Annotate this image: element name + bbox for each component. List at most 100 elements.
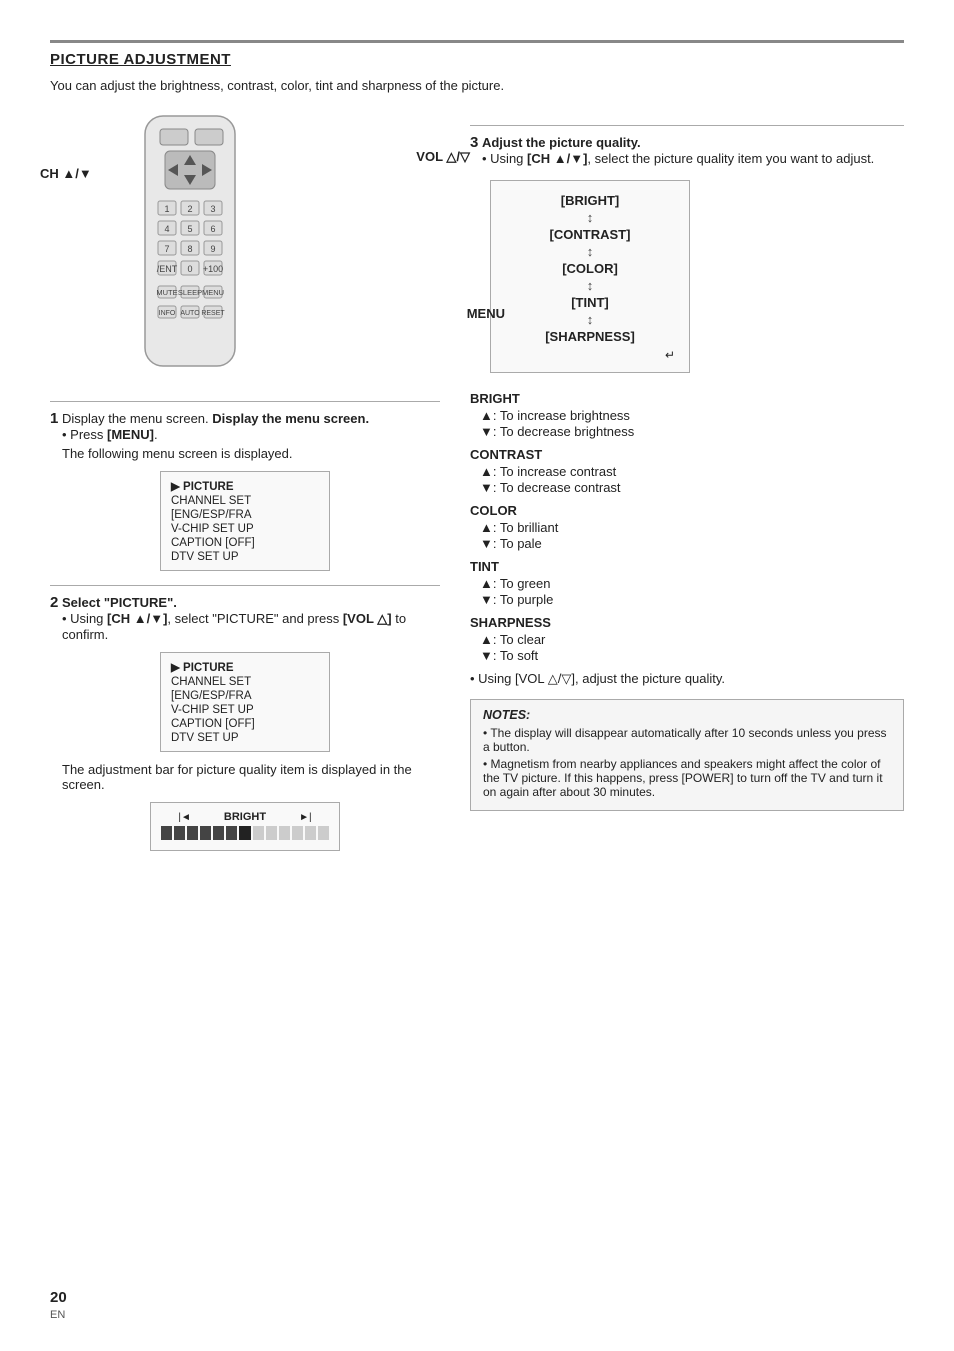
step1-rule — [50, 401, 440, 402]
section-title: PICTURE ADJUSTMENT — [50, 51, 904, 68]
menu-item-caption-2: CAPTION [OFF] — [171, 717, 319, 731]
step3-body1: • Using [CH ▲/▼], select the picture qua… — [482, 151, 904, 166]
step1-title: Display the menu screen. — [62, 411, 209, 426]
sharpness-title: SHARPNESS — [470, 615, 904, 630]
svg-text:2: 2 — [187, 204, 192, 214]
left-column: CH ▲/▼ VOL △/▽ — [50, 111, 440, 861]
bright-bar-title: |◄ BRIGHT ►| — [161, 811, 329, 823]
bright-bar-track — [161, 826, 329, 840]
step3-num: 3 — [470, 134, 478, 151]
step2-num: 2 — [50, 594, 58, 611]
step2-section: 2 Select "PICTURE". • Using [CH ▲/▼], se… — [50, 594, 440, 851]
svg-text:0: 0 — [187, 264, 192, 274]
quality-arrow-4: ↕ — [505, 312, 675, 327]
sharpness-up: ▲: To clear — [480, 632, 904, 647]
bright-title: BRIGHT — [470, 391, 904, 406]
contrast-title: CONTRAST — [470, 447, 904, 462]
menu-label: MENU — [467, 306, 505, 321]
vol-adjust-text: • Using [VOL △/▽], adjust the picture qu… — [470, 671, 904, 687]
bright-down: ▼: To decrease brightness — [480, 424, 904, 439]
menu-box-1: ▶ PICTURE CHANNEL SET [ENG/ESP/FRA V-CHI… — [160, 471, 330, 571]
quality-tint: [TINT] — [505, 295, 675, 310]
footer-page-num: 20 — [50, 1289, 67, 1306]
color-up: ▲: To brilliant — [480, 520, 904, 535]
bar-seg-10 — [279, 826, 290, 840]
footer: 20 EN — [50, 1289, 67, 1321]
step1-body1: • Press [MENU]. — [62, 427, 440, 442]
menu-item-vchip-2: V-CHIP SET UP — [171, 703, 319, 717]
vol-label: VOL △/▽ — [416, 149, 470, 165]
step2-body1: • Using [CH ▲/▼], select "PICTURE" and p… — [62, 611, 440, 642]
bar-seg-12 — [305, 826, 316, 840]
tint-down: ▼: To purple — [480, 592, 904, 607]
right-column: 3 Adjust the picture quality. • Using [C… — [470, 111, 904, 861]
bar-seg-center — [239, 826, 252, 840]
quality-arrow-2: ↕ — [505, 244, 675, 259]
quality-arrow-3: ↕ — [505, 278, 675, 293]
bar-seg-3 — [187, 826, 198, 840]
page: PICTURE ADJUSTMENT You can adjust the br… — [0, 0, 954, 1351]
menu-item-dtv-2: DTV SET UP — [171, 731, 319, 745]
svg-text:RESET: RESET — [201, 310, 225, 317]
contrast-down: ▼: To decrease contrast — [480, 480, 904, 495]
svg-text:5: 5 — [187, 224, 192, 234]
bar-seg-4 — [200, 826, 211, 840]
menu-item-lang-2: [ENG/ESP/FRA — [171, 689, 319, 703]
step1-num: 1 — [50, 410, 58, 427]
bar-seg-13 — [318, 826, 329, 840]
bar-seg-9 — [266, 826, 277, 840]
step3-section: 3 Adjust the picture quality. • Using [C… — [470, 134, 904, 811]
quality-color: [COLOR] — [505, 261, 675, 276]
remote-illustration: 1 2 3 4 5 6 7 8 9 — [90, 111, 290, 381]
svg-text:INFO: INFO — [159, 310, 176, 317]
contrast-up: ▲: To increase contrast — [480, 464, 904, 479]
two-column-layout: CH ▲/▼ VOL △/▽ — [50, 111, 904, 861]
quality-sharpness: [SHARPNESS] — [505, 329, 675, 344]
tint-title: TINT — [470, 559, 904, 574]
quality-contrast: [CONTRAST] — [505, 227, 675, 242]
step3-heading: 3 Adjust the picture quality. — [470, 134, 904, 151]
bar-seg-6 — [226, 826, 237, 840]
svg-text:SLEEP: SLEEP — [178, 288, 202, 297]
menu-item-caption: CAPTION [OFF] — [171, 536, 319, 550]
menu-box-2: ▶ PICTURE CHANNEL SET [ENG/ESP/FRA V-CHI… — [160, 652, 330, 752]
step2-title: Select "PICTURE". — [62, 595, 177, 610]
tint-up: ▲: To green — [480, 576, 904, 591]
menu-item-picture-2: ▶ PICTURE — [171, 659, 319, 675]
bar-seg-1 — [161, 826, 172, 840]
svg-text:/ENT: /ENT — [157, 264, 178, 274]
svg-text:4: 4 — [164, 224, 169, 234]
bar-seg-8 — [253, 826, 264, 840]
bright-up: ▲: To increase brightness — [480, 408, 904, 423]
step1-title-text: Display the menu screen. — [212, 411, 369, 426]
menu-item-picture-1: ▶ PICTURE — [171, 478, 319, 494]
ch-label: CH ▲/▼ — [40, 166, 92, 181]
step1-section: 1 Display the menu screen. Display the m… — [50, 410, 440, 571]
bright-bar-container: |◄ BRIGHT ►| — [150, 802, 340, 851]
quality-arrow-1: ↕ — [505, 210, 675, 225]
menu-item-dtv: DTV SET UP — [171, 550, 319, 564]
menu-item-channel: CHANNEL SET — [171, 494, 319, 508]
step2-heading: 2 Select "PICTURE". — [50, 594, 440, 611]
quality-bright: [BRIGHT] — [505, 193, 675, 208]
notes-item-1: • The display will disappear automatical… — [483, 726, 891, 754]
menu-item-vchip: V-CHIP SET UP — [171, 522, 319, 536]
notes-box: NOTES: • The display will disappear auto… — [470, 699, 904, 811]
step2-rule — [50, 585, 440, 586]
bar-seg-2 — [174, 826, 185, 840]
svg-text:+100: +100 — [203, 264, 223, 274]
svg-text:MUTE: MUTE — [156, 288, 177, 297]
notes-item-2: • Magnetism from nearby appliances and s… — [483, 757, 891, 799]
step3-rule — [470, 125, 904, 126]
footer-lang: EN — [50, 1309, 65, 1321]
svg-text:6: 6 — [210, 224, 215, 234]
remote-container: CH ▲/▼ VOL △/▽ — [90, 111, 440, 381]
svg-text:7: 7 — [164, 244, 169, 254]
step1-body2: The following menu screen is displayed. — [62, 446, 440, 461]
step1-heading: 1 Display the menu screen. Display the m… — [50, 410, 440, 427]
intro-text: You can adjust the brightness, contrast,… — [50, 78, 904, 93]
quality-diagram: [BRIGHT] ↕ [CONTRAST] ↕ [COLOR] ↕ [TINT]… — [490, 180, 690, 373]
step3-title: Adjust the picture quality. — [482, 135, 641, 150]
bar-seg-5 — [213, 826, 224, 840]
step2-body2: The adjustment bar for picture quality i… — [62, 762, 440, 792]
